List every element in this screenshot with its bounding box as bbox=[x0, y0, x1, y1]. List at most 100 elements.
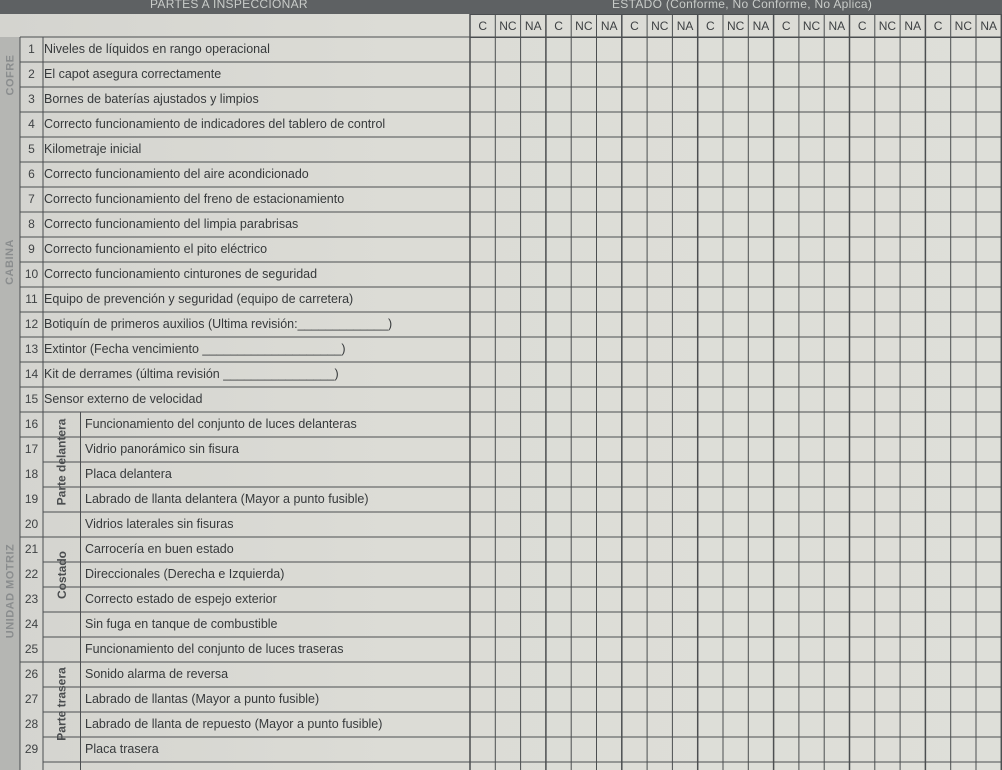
status-code-header: C bbox=[933, 19, 943, 33]
checklist-row: 25 Funcionamiento del conjunto de luces t… bbox=[20, 637, 470, 662]
status-code-header: C bbox=[706, 19, 715, 33]
item-description: Correcto funcionamiento del limpia parab… bbox=[44, 217, 299, 231]
item-number: 22 bbox=[24, 567, 39, 581]
status-code-header: NC bbox=[954, 19, 972, 33]
status-code-header: C bbox=[630, 19, 639, 33]
section-cofre: COFRE bbox=[0, 37, 20, 113]
item-description: El capot asegura correctamente bbox=[44, 67, 222, 81]
item-description: Labrado de llantas (Mayor a punto fusibl… bbox=[85, 692, 320, 706]
status-code-header: C bbox=[478, 19, 487, 33]
header-bar: PARTES A INSPECCIONAR ESTADO (Conforme, … bbox=[0, 0, 1002, 14]
item-number: 6 bbox=[28, 167, 35, 181]
checklist-row: 4 Correcto funcionamiento de indicadores … bbox=[20, 112, 470, 137]
item-number: 10 bbox=[24, 267, 39, 281]
item-description: Sin fuga en tanque de combustible bbox=[85, 617, 278, 631]
status-code-header: C bbox=[857, 19, 867, 33]
item-number: 16 bbox=[24, 417, 39, 431]
section-cabina-label: CABINA bbox=[4, 239, 16, 285]
parts-header-title: PARTES A INSPECCIONAR bbox=[150, 0, 308, 11]
item-description: Vidrio panorámico sin fisura bbox=[85, 442, 240, 456]
checklist-row: 22 Direccionales (Derecha e Izquierda) bbox=[20, 562, 470, 587]
checklist-row: 7 Correcto funcionamiento del freno de es… bbox=[20, 187, 470, 212]
item-description: Kilometraje inicial bbox=[44, 142, 142, 156]
status-code-header: NA bbox=[524, 19, 542, 33]
item-description: Direccionales (Derecha e Izquierda) bbox=[85, 567, 285, 581]
checklist-row: 13 Extintor (Fecha vencimiento __________… bbox=[20, 337, 470, 362]
item-description: Correcto funcionamiento del aire acondic… bbox=[44, 167, 309, 181]
item-number: 18 bbox=[24, 467, 39, 481]
status-code-header: NC bbox=[499, 19, 517, 33]
item-number: 3 bbox=[28, 92, 35, 106]
item-description: Sensor externo de velocidad bbox=[44, 392, 203, 406]
item-description: Placa delantera bbox=[85, 467, 172, 481]
item-description: Bornes de baterías ajustados y limpios bbox=[44, 92, 259, 106]
item-description: Correcto funcionamiento el pito eléctric… bbox=[44, 242, 268, 256]
section-unidad-motriz-label: UNIDAD MOTRIZ bbox=[4, 543, 16, 639]
item-number: 7 bbox=[28, 192, 35, 206]
item-description: Correcto funcionamiento de indicadores d… bbox=[44, 117, 386, 131]
item-description: Vidrios laterales sin fisuras bbox=[85, 517, 234, 531]
checklist-row: 24 Sin fuga en tanque de combustible bbox=[20, 612, 470, 637]
item-number: 24 bbox=[24, 617, 39, 631]
checklist-row: 26 Sonido alarma de reversa bbox=[20, 662, 470, 687]
item-number: 27 bbox=[24, 692, 39, 706]
checklist-row: 27 Labrado de llantas (Mayor a punto fusi… bbox=[20, 687, 470, 712]
item-number: 8 bbox=[28, 217, 35, 231]
status-code-header: NA bbox=[828, 19, 846, 33]
item-number: 26 bbox=[24, 667, 39, 681]
item-description: Extintor (Fecha vencimiento ____________… bbox=[44, 342, 346, 356]
checklist-row: 8 Correcto funcionamiento del limpia para… bbox=[20, 212, 470, 237]
checklist-row: 28 Labrado de llanta de repuesto (Mayor a… bbox=[20, 712, 470, 737]
status-code-header: C bbox=[781, 19, 791, 33]
item-description: Correcto funcionamiento cinturones de se… bbox=[44, 267, 318, 281]
item-description: Funcionamiento del conjunto de luces del… bbox=[85, 417, 357, 431]
checklist-row: 5 Kilometraje inicial bbox=[20, 137, 470, 162]
status-code-header: C bbox=[554, 19, 563, 33]
status-code-header: NC bbox=[802, 19, 821, 33]
item-description: Correcto estado de espejo exterior bbox=[85, 592, 277, 606]
section-cofre-label: COFRE bbox=[4, 54, 16, 95]
item-number: 28 bbox=[24, 717, 39, 731]
item-description: Funcionamiento del conjunto de luces tra… bbox=[85, 642, 344, 656]
status-code-header: NC bbox=[651, 19, 669, 33]
item-number: 4 bbox=[28, 117, 35, 131]
status-code-header: NC bbox=[726, 19, 745, 33]
checklist-row: 18 Placa delantera bbox=[20, 462, 470, 487]
item-number: 5 bbox=[28, 142, 35, 156]
item-description: Kit de derrames (última revisión _______… bbox=[44, 367, 339, 381]
item-number: 20 bbox=[24, 517, 39, 531]
item-description: Sonido alarma de reversa bbox=[85, 667, 229, 681]
checklist-row: 16 Funcionamiento del conjunto de luces d… bbox=[20, 412, 470, 437]
item-description: Equipo de prevención y seguridad (equipo… bbox=[44, 292, 354, 306]
status-code-header: NA bbox=[600, 19, 618, 33]
item-number: 12 bbox=[24, 317, 39, 331]
checklist-row: 1 Niveles de líquidos en rango operaciona… bbox=[20, 37, 470, 62]
checklist-row: 14 Kit de derrames (última revisión _____… bbox=[20, 362, 470, 387]
checklist-row: 12 Botiquín de primeros auxilios (Ultima … bbox=[20, 312, 470, 337]
item-number: 11 bbox=[25, 292, 38, 306]
status-code-header: NA bbox=[752, 19, 770, 33]
checklist-row: 29 Placa trasera bbox=[20, 737, 470, 762]
checklist-row: 20 Vidrios laterales sin fisuras bbox=[20, 512, 470, 537]
item-number: 14 bbox=[24, 367, 39, 381]
item-number: 23 bbox=[24, 592, 39, 606]
item-number: 15 bbox=[24, 392, 39, 406]
checklist-row: 6 Correcto funcionamiento del aire acondi… bbox=[20, 162, 470, 187]
section-unidad-motriz: UNIDAD MOTRIZ bbox=[0, 412, 20, 770]
status-code-header: NA bbox=[904, 19, 922, 33]
status-code-row: C NC NA C NC NA C NC NA C NC NA C NC NA C NC NA C NC NA bbox=[470, 14, 1002, 38]
item-description: Carrocería en buen estado bbox=[85, 542, 234, 556]
checklist-row: 3 Bornes de baterías ajustados y limpios bbox=[20, 87, 470, 112]
item-number: 25 bbox=[24, 642, 39, 656]
item-description: Labrado de llanta de repuesto (Mayor a p… bbox=[85, 717, 383, 731]
checklist-row: 21 Carrocería en buen estado bbox=[20, 537, 470, 562]
status-code-header: NC bbox=[575, 19, 593, 33]
section-cabina: CABINA bbox=[0, 112, 20, 413]
checklist-row: 23 Correcto estado de espejo exterior bbox=[20, 587, 470, 612]
checklist-row: 9 Correcto funcionamiento el pito eléctri… bbox=[20, 237, 470, 262]
item-description: Labrado de llanta delantera (Mayor a pun… bbox=[85, 492, 369, 506]
item-description: Niveles de líquidos en rango operacional bbox=[44, 42, 270, 56]
item-description: Placa trasera bbox=[85, 742, 159, 756]
status-code-header: NC bbox=[878, 19, 897, 33]
item-number: 9 bbox=[28, 242, 35, 256]
